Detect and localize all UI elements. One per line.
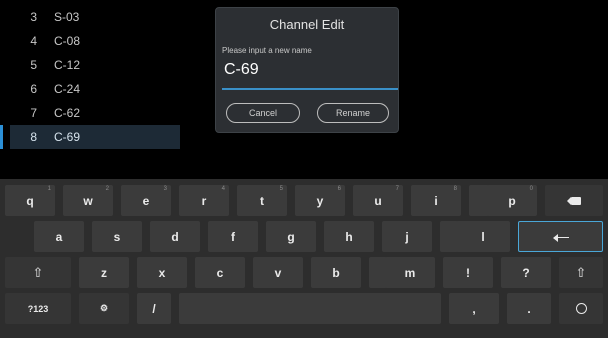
shift-key[interactable]: ⇧: [5, 257, 71, 288]
key-hint: 5: [279, 186, 283, 192]
channel-row[interactable]: 6 C-24: [10, 77, 180, 101]
shift-key-right[interactable]: ⇧: [559, 257, 603, 288]
dialog-prompt: Please input a new name: [222, 46, 312, 55]
input-underline: [222, 88, 398, 90]
key-hint: 0: [529, 186, 533, 192]
channel-row-selected[interactable]: 8 C-69: [0, 125, 180, 149]
key-label: y: [316, 193, 324, 208]
key-x[interactable]: x: [137, 257, 187, 288]
channel-name: C-69: [54, 130, 81, 144]
key-u[interactable]: u7: [353, 185, 403, 216]
channel-number: 5: [30, 58, 37, 72]
key-g[interactable]: g: [266, 221, 316, 252]
key-exclaim[interactable]: !: [443, 257, 493, 288]
channel-row[interactable]: 7 C-62: [10, 101, 180, 125]
channel-number: 8: [30, 130, 37, 144]
key-e[interactable]: e3: [121, 185, 171, 216]
backspace-icon: [567, 196, 581, 205]
key-label: q: [26, 193, 34, 208]
key-label: r: [201, 193, 207, 208]
dialog-title: Channel Edit: [269, 17, 345, 32]
key-label: w: [83, 193, 93, 208]
key-w[interactable]: w2: [63, 185, 113, 216]
key-label: i: [434, 193, 438, 208]
channel-number: 7: [30, 106, 37, 120]
channel-edit-dialog: Channel Edit Please input a new name C-6…: [215, 7, 399, 133]
key-q[interactable]: q1: [5, 185, 55, 216]
channel-row[interactable]: 5 C-12: [10, 53, 180, 77]
key-z[interactable]: z: [79, 257, 129, 288]
key-period[interactable]: .: [507, 293, 551, 324]
key-b[interactable]: b: [311, 257, 361, 288]
key-m[interactable]: m: [385, 257, 435, 288]
channel-number: 6: [30, 82, 37, 96]
key-slash[interactable]: /: [137, 293, 171, 324]
key-p[interactable]: p0: [487, 185, 537, 216]
key-hint: 6: [337, 186, 341, 192]
symbols-key[interactable]: ?123: [5, 293, 71, 324]
channel-name: S-03: [54, 10, 80, 24]
channel-list: 3 S-03 4 C-08 5 C-12 6 C-24 7 C-62 8 C-69: [0, 5, 180, 149]
key-hint: 8: [453, 186, 457, 192]
rename-button[interactable]: Rename: [317, 103, 389, 123]
key-label: e: [142, 193, 150, 208]
cancel-button[interactable]: Cancel: [226, 103, 300, 123]
channel-name-input[interactable]: C-69: [222, 58, 392, 82]
key-f[interactable]: f: [208, 221, 258, 252]
key-hint: 3: [163, 186, 167, 192]
key-hint: 2: [105, 186, 109, 192]
keyboard-row-2: a s d f g h j k: [0, 221, 608, 252]
channel-name: C-24: [54, 82, 81, 96]
keyboard-row-4: ?123 ⚙ / , .: [0, 293, 608, 324]
channel-name: C-08: [54, 34, 81, 48]
backspace-key[interactable]: [545, 185, 603, 216]
key-hint: 7: [395, 186, 399, 192]
key-label: u: [374, 193, 382, 208]
key-j[interactable]: j: [382, 221, 432, 252]
key-label: p: [508, 193, 516, 208]
key-v[interactable]: v: [253, 257, 303, 288]
channel-row[interactable]: 3 S-03: [10, 5, 180, 29]
key-y[interactable]: y6: [295, 185, 345, 216]
key-question[interactable]: ?: [501, 257, 551, 288]
key-h[interactable]: h: [324, 221, 374, 252]
key-a[interactable]: a: [34, 221, 84, 252]
emoji-icon: [575, 303, 587, 314]
key-r[interactable]: r4: [179, 185, 229, 216]
key-label: t: [260, 193, 264, 208]
channel-name: C-12: [54, 58, 81, 72]
key-d[interactable]: d: [150, 221, 200, 252]
emoji-key[interactable]: [559, 293, 603, 324]
tv-screen: 3 S-03 4 C-08 5 C-12 6 C-24 7 C-62 8 C-69 Chan…: [0, 0, 608, 338]
key-t[interactable]: t5: [237, 185, 287, 216]
enter-key[interactable]: [518, 221, 603, 252]
key-s[interactable]: s: [92, 221, 142, 252]
channel-number: 4: [30, 34, 37, 48]
spacebar[interactable]: [179, 293, 441, 324]
channel-name: C-62: [54, 106, 81, 120]
key-hint: 1: [47, 186, 51, 192]
key-c[interactable]: c: [195, 257, 245, 288]
channel-row[interactable]: 4 C-08: [10, 29, 180, 53]
shift-icon: ⇧: [32, 264, 44, 280]
settings-key[interactable]: ⚙: [79, 293, 129, 324]
key-i[interactable]: i8: [411, 185, 461, 216]
channel-number: 3: [30, 10, 37, 24]
shift-icon: ⇧: [575, 264, 587, 280]
key-hint: 4: [221, 186, 225, 192]
enter-icon: [551, 232, 571, 242]
key-l[interactable]: l: [456, 221, 510, 252]
key-comma[interactable]: ,: [449, 293, 499, 324]
